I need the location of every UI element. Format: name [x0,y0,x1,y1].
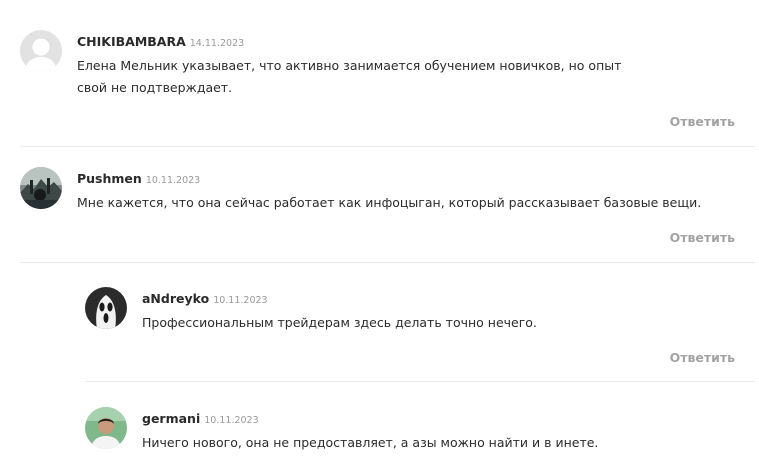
comment-meta: CHIKIBAMBARA 14.11.2023 [77,31,244,50]
divider [85,381,755,382]
user-avatar-icon[interactable] [85,287,127,329]
comment-text: Ничего нового, она не предоставляет, а а… [142,435,599,450]
comment-author[interactable]: aNdreyko [142,291,209,306]
comment-text: Елена Мельник указывает, что активно зан… [77,58,622,95]
reply-button[interactable]: Ответить [670,350,735,365]
user-avatar-icon[interactable] [20,30,62,72]
comment-text: Мне кажется, что она сейчас работает как… [77,195,702,210]
comment-date: 10.11.2023 [204,415,259,426]
reply-button[interactable]: Ответить [670,114,735,129]
comment-author[interactable]: germani [142,411,200,426]
comment-text: Профессиональным трейдерам здесь делать … [142,315,537,330]
divider [20,262,755,263]
comment-meta: aNdreyko 10.11.2023 [142,288,268,307]
reply-button[interactable]: Ответить [670,230,735,245]
comment-meta: germani 10.11.2023 [142,408,259,427]
comment-meta: Pushmen 10.11.2023 [77,168,200,187]
user-avatar-icon[interactable] [85,407,127,449]
divider [20,146,755,147]
comment-author[interactable]: Pushmen [77,171,142,186]
comment-date: 10.11.2023 [145,175,201,186]
comment-author[interactable]: CHIKIBAMBARA [77,34,186,49]
comment-date: 14.11.2023 [189,38,245,49]
user-avatar-icon[interactable] [20,167,62,209]
comment-date: 10.11.2023 [213,295,268,306]
